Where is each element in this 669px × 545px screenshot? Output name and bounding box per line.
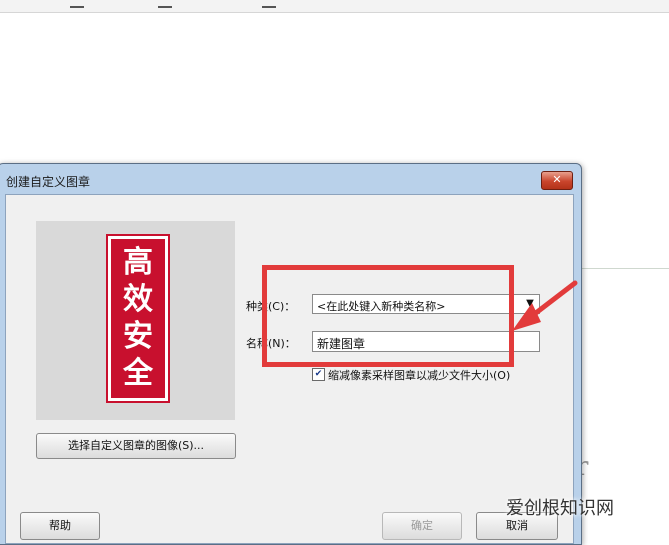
seal-char: 全: [123, 355, 153, 391]
checkmark-icon: ✔: [314, 369, 323, 379]
seal-image: 高 效 安 全: [106, 234, 170, 403]
dropdown-arrow-icon[interactable]: ▼: [521, 295, 539, 313]
seal-char: 效: [123, 282, 153, 318]
background-divider: [580, 268, 669, 269]
dialog-titlebar[interactable]: 创建自定义图章 ✕: [0, 164, 581, 194]
help-button[interactable]: 帮助: [20, 512, 100, 540]
seal-char: 安: [123, 318, 153, 354]
toolbar-icon: [70, 0, 84, 8]
background-toolbar: [0, 0, 669, 13]
downsample-checkbox[interactable]: ✔: [312, 368, 325, 381]
select-image-button[interactable]: 选择自定义图章的图像(S)...: [36, 433, 236, 459]
close-icon: ✕: [552, 173, 562, 186]
watermark: 爱创根知识网: [506, 498, 614, 519]
stamp-preview: 高 效 安 全: [36, 221, 235, 420]
close-button[interactable]: ✕: [541, 171, 573, 190]
ok-button[interactable]: 确定: [382, 512, 462, 540]
toolbar-icon: [158, 0, 172, 8]
toolbar-icon: [262, 0, 276, 8]
dialog-client-area: 高 效 安 全 选择自定义图章的图像(S)... 种类(C)： <在此处键入新种…: [5, 194, 574, 544]
annotation-highlight-box: [262, 265, 514, 367]
downsample-checkbox-label[interactable]: 缩减像素采样图章以减少文件大小(O): [328, 367, 510, 383]
seal-char: 高: [123, 245, 153, 281]
dialog-title: 创建自定义图章: [6, 175, 91, 189]
